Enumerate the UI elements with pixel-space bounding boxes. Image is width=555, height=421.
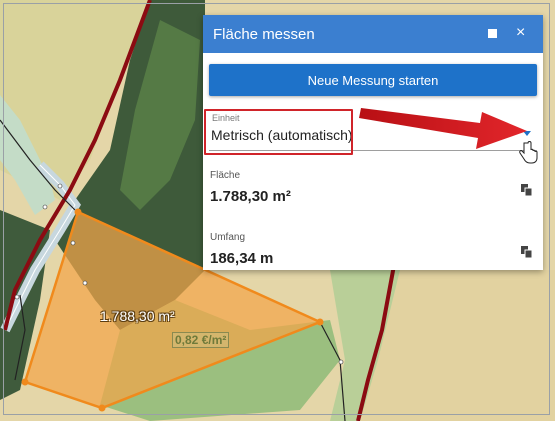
polygon-vertex <box>74 208 82 216</box>
area-label: Fläche <box>210 170 241 181</box>
maximize-icon[interactable] <box>488 29 497 38</box>
dropdown-arrow-icon[interactable] <box>523 131 531 136</box>
perimeter-value: 186,34 m <box>210 250 274 267</box>
area-result: Fläche 1.788,30 m² <box>210 170 535 205</box>
highlight-box <box>204 109 353 155</box>
polygon-vertex <box>316 318 324 326</box>
hand-cursor-icon <box>519 141 538 164</box>
panel-header: Fläche messen × <box>203 15 543 53</box>
close-icon[interactable]: × <box>516 24 525 42</box>
copy-icon[interactable] <box>521 184 533 196</box>
map-area-label: 1.788,30 m² <box>100 308 175 324</box>
perimeter-result: Umfang 186,34 m <box>210 232 535 267</box>
polygon-vertex <box>21 378 29 386</box>
copy-icon[interactable] <box>521 246 533 258</box>
panel-title: Fläche messen <box>213 25 315 43</box>
polygon-vertex <box>98 404 106 412</box>
map-price-label: 0,82 €/m² <box>172 332 230 348</box>
new-measurement-button[interactable]: Neue Messung starten <box>209 64 537 96</box>
perimeter-label: Umfang <box>210 232 246 243</box>
area-value: 1.788,30 m² <box>210 188 291 205</box>
